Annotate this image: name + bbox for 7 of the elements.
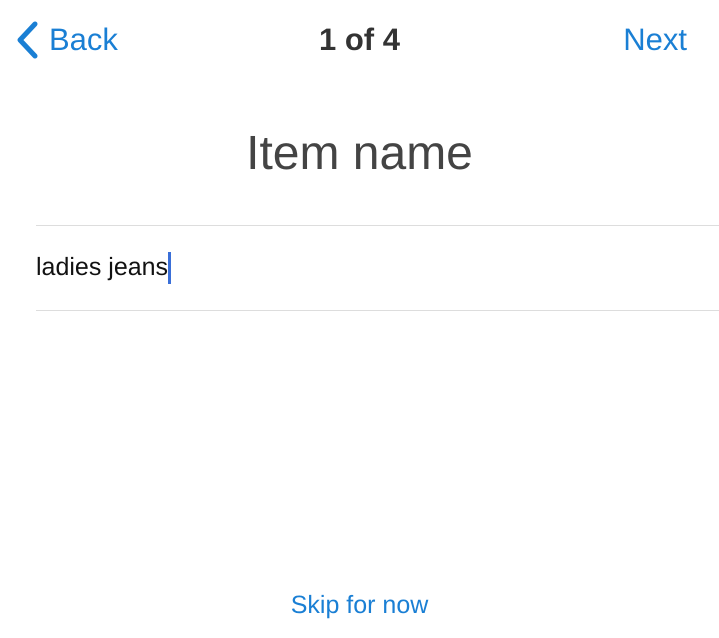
page-heading: Item name: [246, 126, 473, 182]
page-counter: 1 of 4: [319, 20, 400, 59]
next-button[interactable]: Next: [623, 16, 687, 64]
skip-link[interactable]: Skip for now: [290, 586, 428, 624]
input-field[interactable]: ladies jeans: [36, 248, 172, 288]
chevron-left-icon: [15, 21, 39, 59]
back-button[interactable]: Back: [15, 16, 118, 64]
